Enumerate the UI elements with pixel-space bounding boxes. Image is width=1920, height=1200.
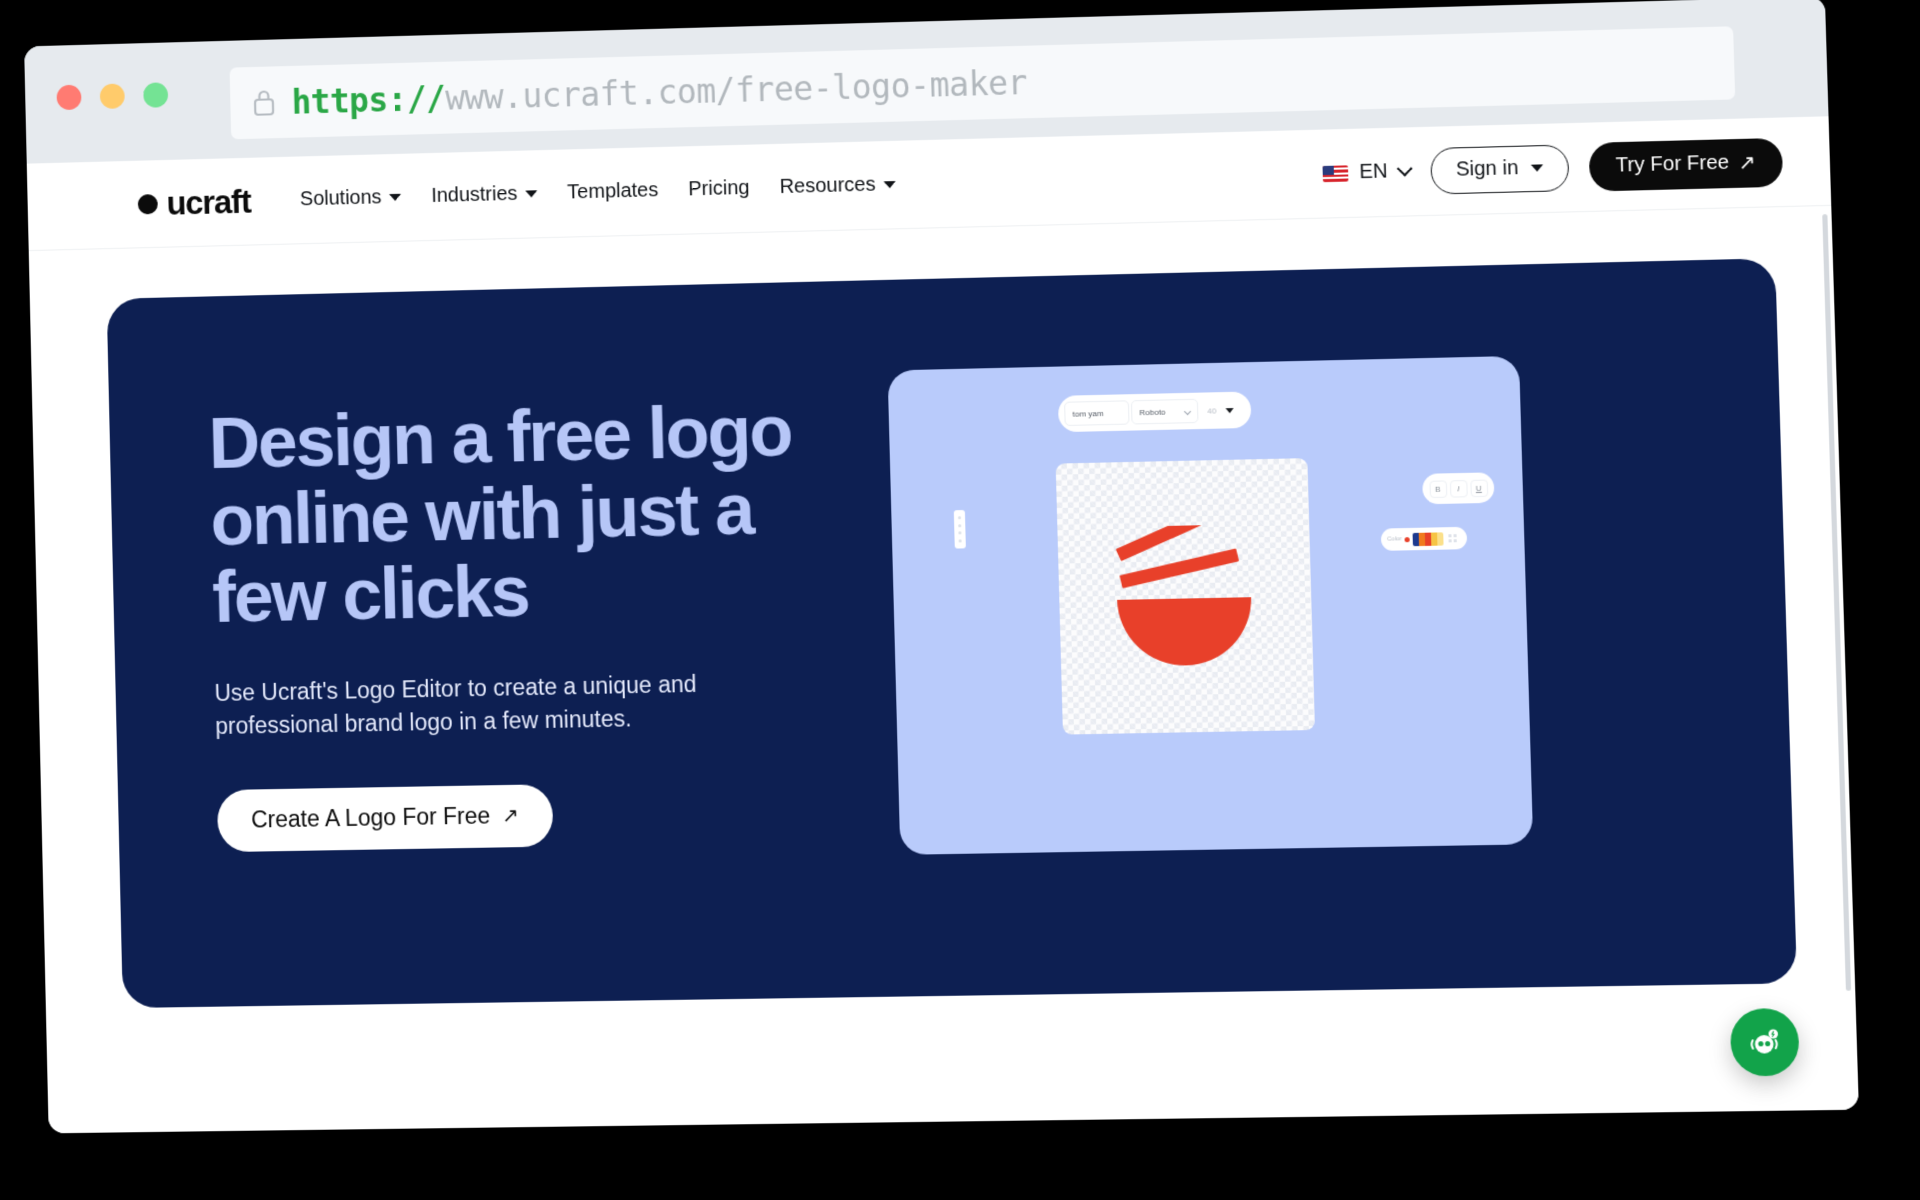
- font-size-value: 40: [1207, 405, 1217, 416]
- ucraft-logo[interactable]: ucraft: [137, 182, 252, 222]
- sign-in-button[interactable]: Sign in: [1429, 143, 1570, 195]
- arrow-northeast-icon: ↗: [1738, 151, 1757, 175]
- bowl-shape: [1117, 597, 1254, 668]
- tool-dot-icon: [958, 531, 962, 535]
- language-code: EN: [1358, 160, 1388, 184]
- chevron-down-icon: [1396, 160, 1413, 177]
- font-size-select[interactable]: 40: [1199, 397, 1242, 423]
- layer-name-value: tom yam: [1072, 408, 1104, 419]
- chat-bot-widget[interactable]: [1729, 1007, 1800, 1077]
- logo-editor-mockup: tom yam Roboto 40 B I U Color: [887, 355, 1534, 855]
- language-picker[interactable]: EN: [1322, 160, 1413, 186]
- active-color-dot-icon[interactable]: [1404, 536, 1411, 542]
- more-colors-grid-icon[interactable]: [1448, 534, 1457, 543]
- tool-dot-icon: [957, 516, 962, 520]
- maximize-window-button[interactable]: [143, 82, 169, 108]
- chopstick-lower: [1119, 548, 1240, 589]
- nav-label: Templates: [567, 179, 659, 204]
- color-swatch[interactable]: [1437, 531, 1444, 546]
- color-palette-bar: Color: [1380, 526, 1468, 551]
- editor-canvas[interactable]: [1055, 458, 1316, 735]
- nav-item-resources[interactable]: Resources: [779, 173, 896, 199]
- layer-name-input[interactable]: tom yam: [1064, 400, 1130, 427]
- chevron-down-icon: [525, 190, 538, 198]
- font-family-select[interactable]: Roboto: [1130, 398, 1199, 425]
- url-text: https://www.ucraft.com/free-logo-maker: [291, 62, 1027, 121]
- url-scheme: https://: [291, 78, 446, 122]
- nav-label: Resources: [779, 173, 876, 199]
- main-navigation: Solutions Industries Templates Pricing R…: [300, 173, 896, 211]
- create-logo-label: Create A Logo For Free: [250, 802, 491, 833]
- arrow-northeast-icon: ↗: [501, 804, 520, 828]
- create-logo-button[interactable]: Create A Logo For Free ↗: [216, 783, 554, 852]
- chevron-down-icon: [883, 181, 896, 189]
- screenshot-stage: https://www.ucraft.com/free-logo-maker u…: [0, 0, 1920, 1200]
- logo-dot-icon: [137, 193, 158, 214]
- nav-item-industries[interactable]: Industries: [431, 182, 538, 208]
- window-traffic-lights: [56, 82, 169, 111]
- hero-section: Design a free logo online with just a fe…: [29, 206, 1855, 1009]
- try-for-free-label: Try For Free: [1615, 151, 1730, 177]
- nav-label: Industries: [430, 182, 518, 207]
- hero-card: Design a free logo online with just a fe…: [106, 258, 1798, 1009]
- font-family-value: Roboto: [1139, 407, 1166, 417]
- underline-button[interactable]: U: [1469, 479, 1488, 497]
- address-bar[interactable]: https://www.ucraft.com/free-logo-maker: [229, 26, 1736, 140]
- minimize-window-button[interactable]: [99, 83, 125, 109]
- nav-item-templates[interactable]: Templates: [567, 179, 659, 204]
- color-label: Color: [1387, 536, 1402, 543]
- chevron-down-icon: [1183, 407, 1192, 415]
- url-path: www.ucraft.com/free-logo-maker: [444, 62, 1028, 118]
- sign-in-label: Sign in: [1455, 156, 1519, 181]
- editor-toolbar: tom yam Roboto 40: [1057, 391, 1252, 433]
- header-actions: EN Sign in Try For Free ↗: [1322, 137, 1784, 198]
- us-flag-icon: [1322, 164, 1349, 182]
- logo-wordmark: ucraft: [166, 182, 252, 222]
- nav-item-pricing[interactable]: Pricing: [688, 177, 750, 202]
- chevron-down-icon: [389, 193, 402, 202]
- caret-down-icon: [1225, 407, 1234, 413]
- nav-label: Solutions: [299, 186, 382, 211]
- browser-window: https://www.ucraft.com/free-logo-maker u…: [24, 0, 1859, 1134]
- hero-copy: Design a free logo online with just a fe…: [207, 349, 862, 1006]
- nav-label: Pricing: [688, 176, 750, 201]
- chat-bot-icon: [1747, 1029, 1783, 1054]
- editor-tool-strip[interactable]: [953, 510, 966, 549]
- tool-dot-icon: [958, 538, 962, 543]
- bold-button[interactable]: B: [1428, 479, 1447, 498]
- close-window-button[interactable]: [56, 84, 82, 111]
- lock-icon: [254, 90, 275, 116]
- text-format-toolbar: B I U: [1422, 472, 1495, 505]
- ramen-bowl-logo-icon: [1115, 523, 1254, 668]
- italic-button[interactable]: I: [1449, 479, 1468, 498]
- page-title: Design a free logo online with just a fe…: [207, 390, 793, 639]
- page-viewport: ucraft Solutions Industries Templates Pr…: [26, 116, 1859, 1134]
- try-for-free-button[interactable]: Try For Free ↗: [1588, 137, 1784, 192]
- color-swatches[interactable]: [1412, 531, 1444, 546]
- nav-item-solutions[interactable]: Solutions: [300, 186, 402, 212]
- chevron-down-icon: [1530, 164, 1544, 172]
- tool-dot-icon: [958, 523, 962, 528]
- hero-subtitle: Use Ucraft's Logo Editor to create a uni…: [214, 670, 697, 740]
